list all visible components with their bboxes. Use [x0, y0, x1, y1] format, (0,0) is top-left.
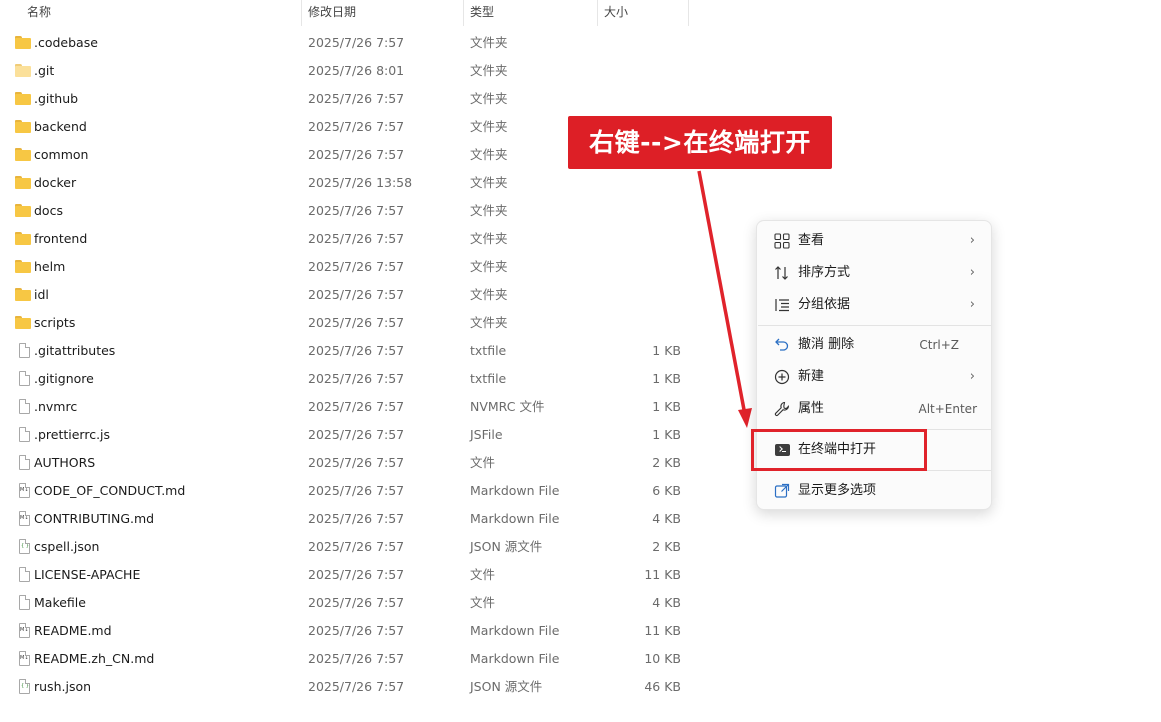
menu-item-show-more-options[interactable]: 显示更多选项: [761, 475, 989, 507]
chevron-right-icon: ›: [969, 369, 975, 384]
menu-item-sort-label: 排序方式: [798, 265, 851, 280]
menu-item-group-label: 分组依据: [798, 297, 851, 312]
external-link-icon: [773, 483, 791, 499]
menu-item-view[interactable]: 查看 ›: [761, 225, 989, 257]
group-icon: [773, 297, 791, 313]
menu-item-properties-label: 属性: [798, 401, 825, 416]
undo-icon: [773, 337, 791, 353]
add-circle-icon: [773, 369, 791, 385]
menu-item-new-label: 新建: [798, 369, 825, 384]
grid-icon: [773, 233, 791, 249]
menu-item-undo-shortcut: Ctrl+Z: [919, 338, 959, 352]
menu-item-group[interactable]: 分组依据 ›: [761, 289, 989, 321]
menu-item-properties-shortcut: Alt+Enter: [918, 402, 977, 416]
chevron-right-icon: ›: [969, 233, 975, 248]
chevron-right-icon: ›: [969, 265, 975, 280]
menu-item-undo-delete[interactable]: 撤消 删除 Ctrl+Z: [761, 329, 989, 361]
menu-item-sort[interactable]: 排序方式 ›: [761, 257, 989, 289]
menu-item-view-label: 查看: [798, 233, 825, 248]
sort-icon: [773, 265, 791, 281]
menu-item-undo-label: 撤消 删除: [798, 337, 855, 352]
menu-item-properties[interactable]: 属性 Alt+Enter: [761, 393, 989, 425]
menu-item-more-options-label: 显示更多选项: [798, 483, 877, 498]
annotation-highlight-box: [751, 429, 927, 471]
wrench-icon: [773, 401, 791, 417]
menu-divider: [758, 325, 991, 326]
chevron-right-icon: ›: [969, 297, 975, 312]
menu-item-new[interactable]: 新建 ›: [761, 361, 989, 393]
